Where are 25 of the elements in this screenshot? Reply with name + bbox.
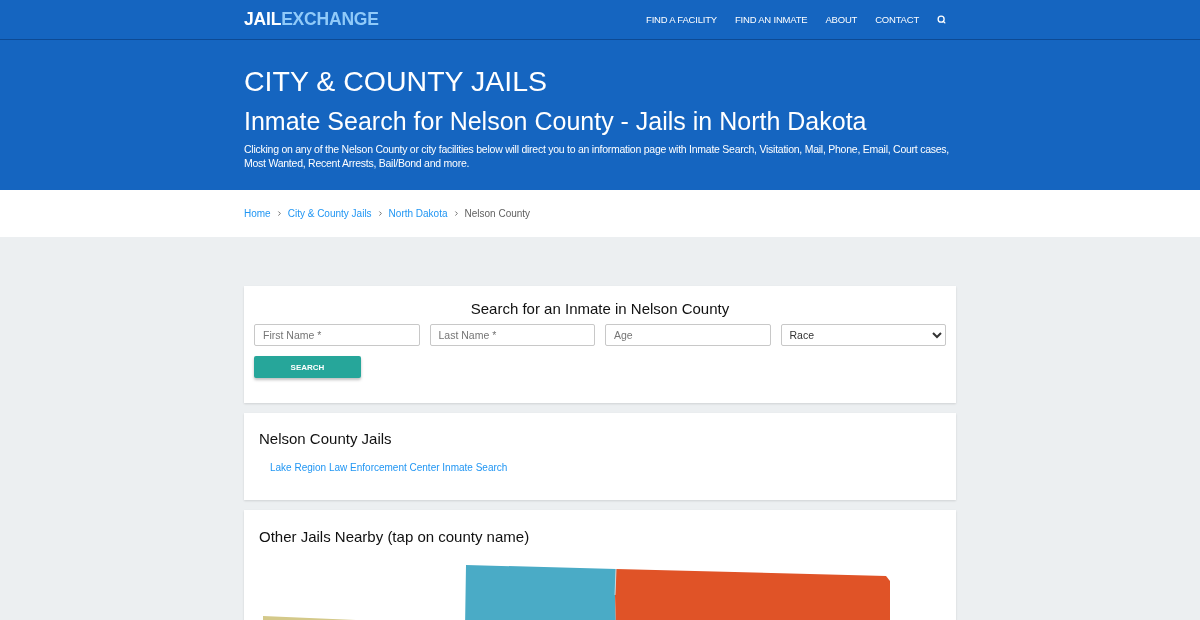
jail-link[interactable]: Lake Region Law Enforcement Center Inmate Search <box>270 462 508 473</box>
site-logo[interactable]: JAILEXCHANGE <box>244 9 379 30</box>
nav-link[interactable]: ABOUT <box>825 14 858 25</box>
race-select[interactable]: Race <box>780 324 946 346</box>
text-input-field[interactable]: Last Name * <box>429 324 595 346</box>
hero-description: Clicking on any of the Nelson County or city facilities below will direct you to an information page with Inmate Search, Visitation, Mail, Phone, Email, Court cases, Most Wanted, Recent Arrests, Bail/Bond and more. <box>244 142 950 170</box>
nav-link[interactable]: FIND AN INMATE <box>734 14 808 25</box>
search-button[interactable]: SEARCH <box>254 356 361 378</box>
search-card-title: Search for an Inmate in Nelson County <box>469 299 731 319</box>
text-input-field[interactable]: Age <box>605 324 771 346</box>
breadcrumb-link[interactable]: North Dakota <box>388 208 448 219</box>
chevron-icon <box>376 210 384 217</box>
chevron-icon <box>275 210 283 217</box>
breadcrumb-link[interactable]: Home <box>244 208 271 219</box>
text-input-field[interactable]: First Name * <box>254 324 420 346</box>
breadcrumb-current-page: Nelson County <box>464 208 531 219</box>
search-icon[interactable] <box>937 15 946 24</box>
breadcrumb-link[interactable]: City & County Jails <box>287 208 372 219</box>
page-title: Inmate Search for Nelson County - Jails in North Dakota <box>244 106 868 136</box>
chevron-icon <box>452 210 460 217</box>
page-category-heading: CITY & COUNTY JAILS <box>244 64 549 99</box>
card-title: Other Jails Nearby (tap on county name) <box>259 527 531 547</box>
nav-link[interactable]: CONTACT <box>875 14 919 25</box>
nav-link[interactable]: FIND A FACILITY <box>646 14 717 25</box>
card-title: Nelson County Jails <box>259 429 393 449</box>
